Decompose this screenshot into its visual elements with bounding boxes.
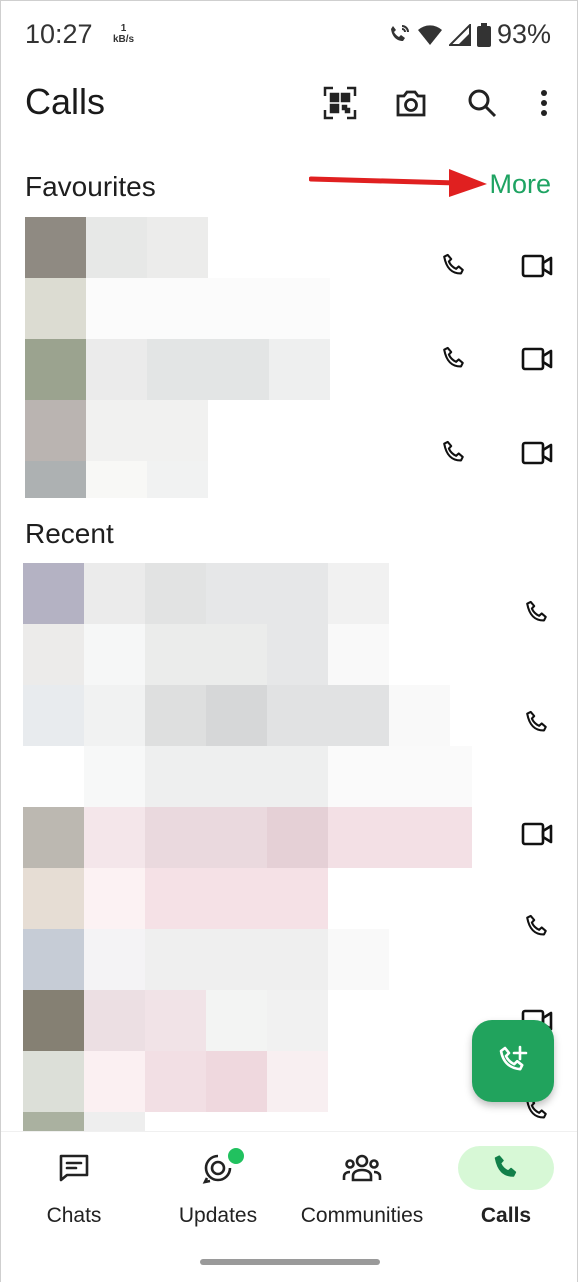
- avatar[interactable]: [25, 339, 86, 400]
- chat-icon: [59, 1154, 89, 1182]
- avatar[interactable]: [23, 1112, 84, 1131]
- nav-label: Chats: [46, 1204, 102, 1227]
- phone-icon: [443, 440, 464, 462]
- avatar[interactable]: [23, 929, 84, 990]
- red-arrow-annotation: [309, 169, 487, 197]
- nav-label: Updates: [178, 1204, 258, 1227]
- voice-call-button[interactable]: [517, 703, 557, 743]
- nav-updates[interactable]: Updates: [148, 1146, 288, 1228]
- status-bar: 10:27 1 kB/s 93%: [1, 1, 577, 71]
- voice-call-button[interactable]: [517, 593, 557, 633]
- favourites-heading: Favourites: [25, 171, 156, 202]
- avatar[interactable]: [23, 563, 84, 624]
- new-call-fab[interactable]: [472, 1020, 554, 1102]
- avatar[interactable]: [25, 400, 86, 461]
- status-time: 10:27: [25, 19, 93, 49]
- avatar[interactable]: [23, 624, 84, 685]
- nav-communities[interactable]: Communities: [292, 1146, 432, 1228]
- video-call-button[interactable]: [517, 814, 557, 854]
- nav-chats[interactable]: Chats: [4, 1146, 144, 1228]
- network-speed: 1 kB/s: [113, 23, 135, 45]
- list-item[interactable]: [86, 339, 147, 400]
- nav-label: Calls: [480, 1204, 532, 1227]
- list-item[interactable]: [84, 929, 145, 990]
- video-camera-icon: [521, 347, 553, 371]
- voice-call-button[interactable]: [434, 246, 474, 286]
- phone-icon: [494, 1155, 517, 1177]
- communities-icon: [342, 1154, 382, 1182]
- wifi-icon: [417, 24, 442, 45]
- avatar[interactable]: [23, 685, 84, 746]
- add-call-icon: [499, 1045, 528, 1071]
- list-item[interactable]: [86, 217, 147, 278]
- qr-code-icon: [323, 86, 357, 120]
- list-item[interactable]: [84, 1051, 145, 1112]
- recent-heading: Recent: [25, 518, 114, 549]
- overflow-menu-button[interactable]: [522, 81, 566, 125]
- avatar[interactable]: [23, 990, 84, 1051]
- voice-call-button[interactable]: [434, 433, 474, 473]
- video-camera-icon: [521, 441, 553, 465]
- app-bar: Calls: [1, 71, 577, 135]
- avatar[interactable]: [25, 278, 86, 339]
- avatar[interactable]: [25, 217, 86, 278]
- search-button[interactable]: [460, 81, 504, 125]
- camera-icon: [396, 90, 426, 117]
- wifi-calling-icon: [390, 24, 409, 41]
- notification-dot: [226, 1146, 246, 1166]
- phone-icon: [443, 253, 464, 275]
- phone-icon: [526, 914, 547, 936]
- video-call-button[interactable]: [517, 433, 557, 473]
- phone-icon: [526, 710, 547, 732]
- video-camera-icon: [521, 822, 553, 846]
- more-vert-icon: [541, 90, 547, 116]
- nav-calls[interactable]: Calls: [436, 1146, 576, 1228]
- signal-icon: [448, 23, 471, 46]
- search-icon: [468, 89, 497, 118]
- video-call-button[interactable]: [517, 246, 557, 286]
- list-item[interactable]: [84, 807, 145, 868]
- qr-scanner-button[interactable]: [318, 81, 362, 125]
- avatar[interactable]: [23, 807, 84, 868]
- battery-percent: 93%: [496, 19, 551, 49]
- page-title: Calls: [25, 81, 106, 122]
- video-camera-icon: [521, 254, 553, 278]
- nav-label: Communities: [300, 1204, 424, 1227]
- avatar[interactable]: [23, 868, 84, 929]
- video-call-button[interactable]: [517, 339, 557, 379]
- avatar[interactable]: [25, 461, 86, 498]
- gesture-home-bar[interactable]: [200, 1259, 380, 1265]
- list-item[interactable]: [84, 563, 145, 624]
- favourites-more-link[interactable]: More: [489, 169, 551, 200]
- phone-icon: [443, 346, 464, 368]
- battery-icon: [476, 22, 491, 47]
- phone-icon: [526, 600, 547, 622]
- camera-button[interactable]: [389, 81, 433, 125]
- voice-call-button[interactable]: [517, 907, 557, 947]
- avatar[interactable]: [23, 1051, 84, 1112]
- voice-call-button[interactable]: [434, 339, 474, 379]
- list-item[interactable]: [84, 685, 145, 746]
